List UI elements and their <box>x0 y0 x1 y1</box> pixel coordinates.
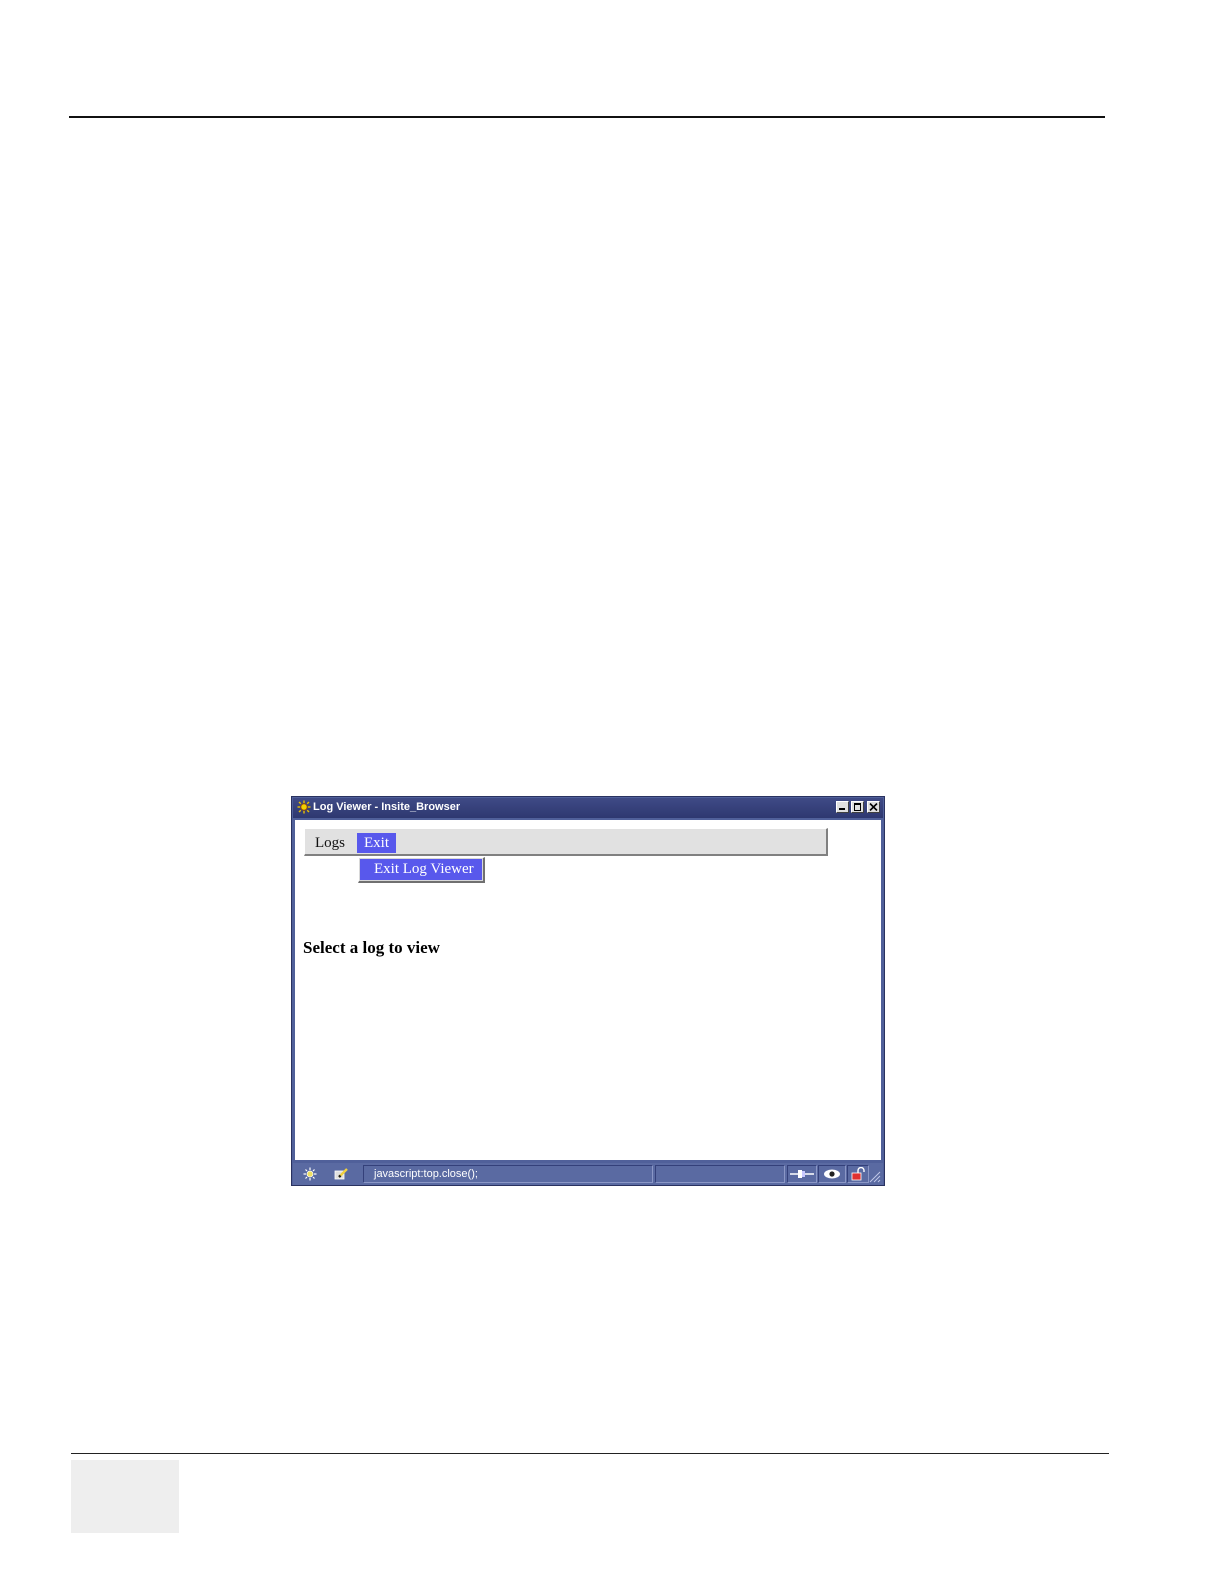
status-progress-field <box>655 1165 785 1183</box>
exit-dropdown: Exit Log Viewer <box>358 857 485 883</box>
edit-icon[interactable] <box>333 1167 349 1181</box>
menu-logs[interactable]: Logs <box>309 833 351 853</box>
close-icon <box>869 803 878 811</box>
lock-open-icon <box>851 1167 865 1181</box>
minimize-button[interactable] <box>836 801 849 813</box>
close-button[interactable] <box>867 801 880 813</box>
privacy-status[interactable] <box>818 1165 846 1183</box>
plug-icon <box>790 1170 814 1178</box>
exit-log-viewer-item[interactable]: Exit Log Viewer <box>360 859 482 880</box>
window-title: Log Viewer - Insite_Browser <box>313 801 461 813</box>
maximize-button[interactable] <box>851 801 864 813</box>
app-icon <box>297 800 311 814</box>
status-bar: javascript:top.close(); <box>293 1163 883 1185</box>
eye-icon <box>824 1169 840 1179</box>
connection-status[interactable] <box>787 1165 817 1183</box>
menu-bar: Logs Exit <box>304 828 828 856</box>
header-rule <box>69 116 1105 118</box>
menu-exit[interactable]: Exit <box>357 833 396 853</box>
resize-grip-icon[interactable] <box>869 1171 881 1183</box>
log-viewer-window: Log Viewer - Insite_Browser Logs Exit Ex… <box>291 796 885 1186</box>
security-status[interactable] <box>847 1165 869 1183</box>
title-bar[interactable]: Log Viewer - Insite_Browser <box>293 798 883 818</box>
page-prompt: Select a log to view <box>303 938 440 957</box>
footer-rule <box>71 1453 1109 1454</box>
page-number-tab <box>71 1460 179 1533</box>
browser-logo-icon <box>303 1167 317 1181</box>
status-url-text: javascript:top.close(); <box>363 1165 653 1183</box>
content-area: Logs Exit Exit Log Viewer Select a log t… <box>295 820 881 1160</box>
